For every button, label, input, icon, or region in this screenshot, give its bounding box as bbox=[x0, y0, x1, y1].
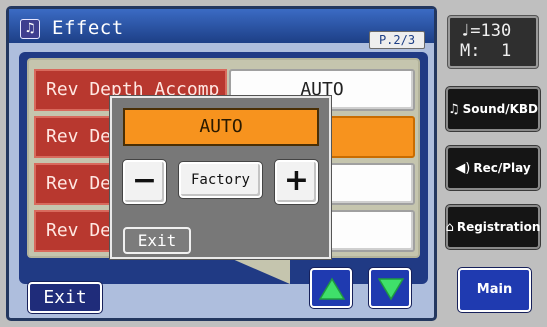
arrow-up-icon bbox=[319, 277, 345, 300]
registration-button[interactable]: ⌂ Registration bbox=[446, 205, 540, 249]
arrow-down-icon bbox=[378, 278, 404, 301]
main-button[interactable]: Main bbox=[458, 268, 531, 312]
popup-exit-button[interactable]: Exit bbox=[123, 227, 191, 254]
rec-play-label: Rec/Play bbox=[473, 161, 531, 175]
registration-label: Registration bbox=[456, 220, 541, 234]
measure-readout: M: 1 bbox=[460, 41, 512, 61]
sound-kbd-button[interactable]: ♫ Sound/KBD bbox=[446, 87, 540, 131]
panel-wedge bbox=[230, 258, 290, 284]
decrement-button[interactable]: − bbox=[123, 160, 166, 204]
registration-icon: ⌂ bbox=[445, 219, 454, 235]
increment-button[interactable]: + bbox=[275, 160, 318, 204]
music-note-icon: ♫ bbox=[20, 19, 40, 39]
exit-button[interactable]: Exit bbox=[28, 282, 102, 313]
music-note-icon: ♫ bbox=[448, 101, 460, 117]
sound-kbd-label: Sound/KBD bbox=[462, 102, 539, 116]
speaker-icon: ◀︎) bbox=[455, 160, 471, 176]
popup-value-display: AUTO bbox=[123, 108, 319, 146]
page-indicator: P.2/3 bbox=[369, 31, 425, 49]
rec-play-button[interactable]: ◀︎) Rec/Play bbox=[446, 146, 540, 190]
scroll-down-button[interactable] bbox=[369, 268, 411, 308]
factory-reset-button[interactable]: Factory bbox=[179, 162, 262, 198]
page-title: Effect bbox=[52, 17, 124, 39]
tempo-readout: ♩=130 bbox=[460, 21, 512, 41]
scroll-up-button[interactable] bbox=[310, 268, 352, 308]
